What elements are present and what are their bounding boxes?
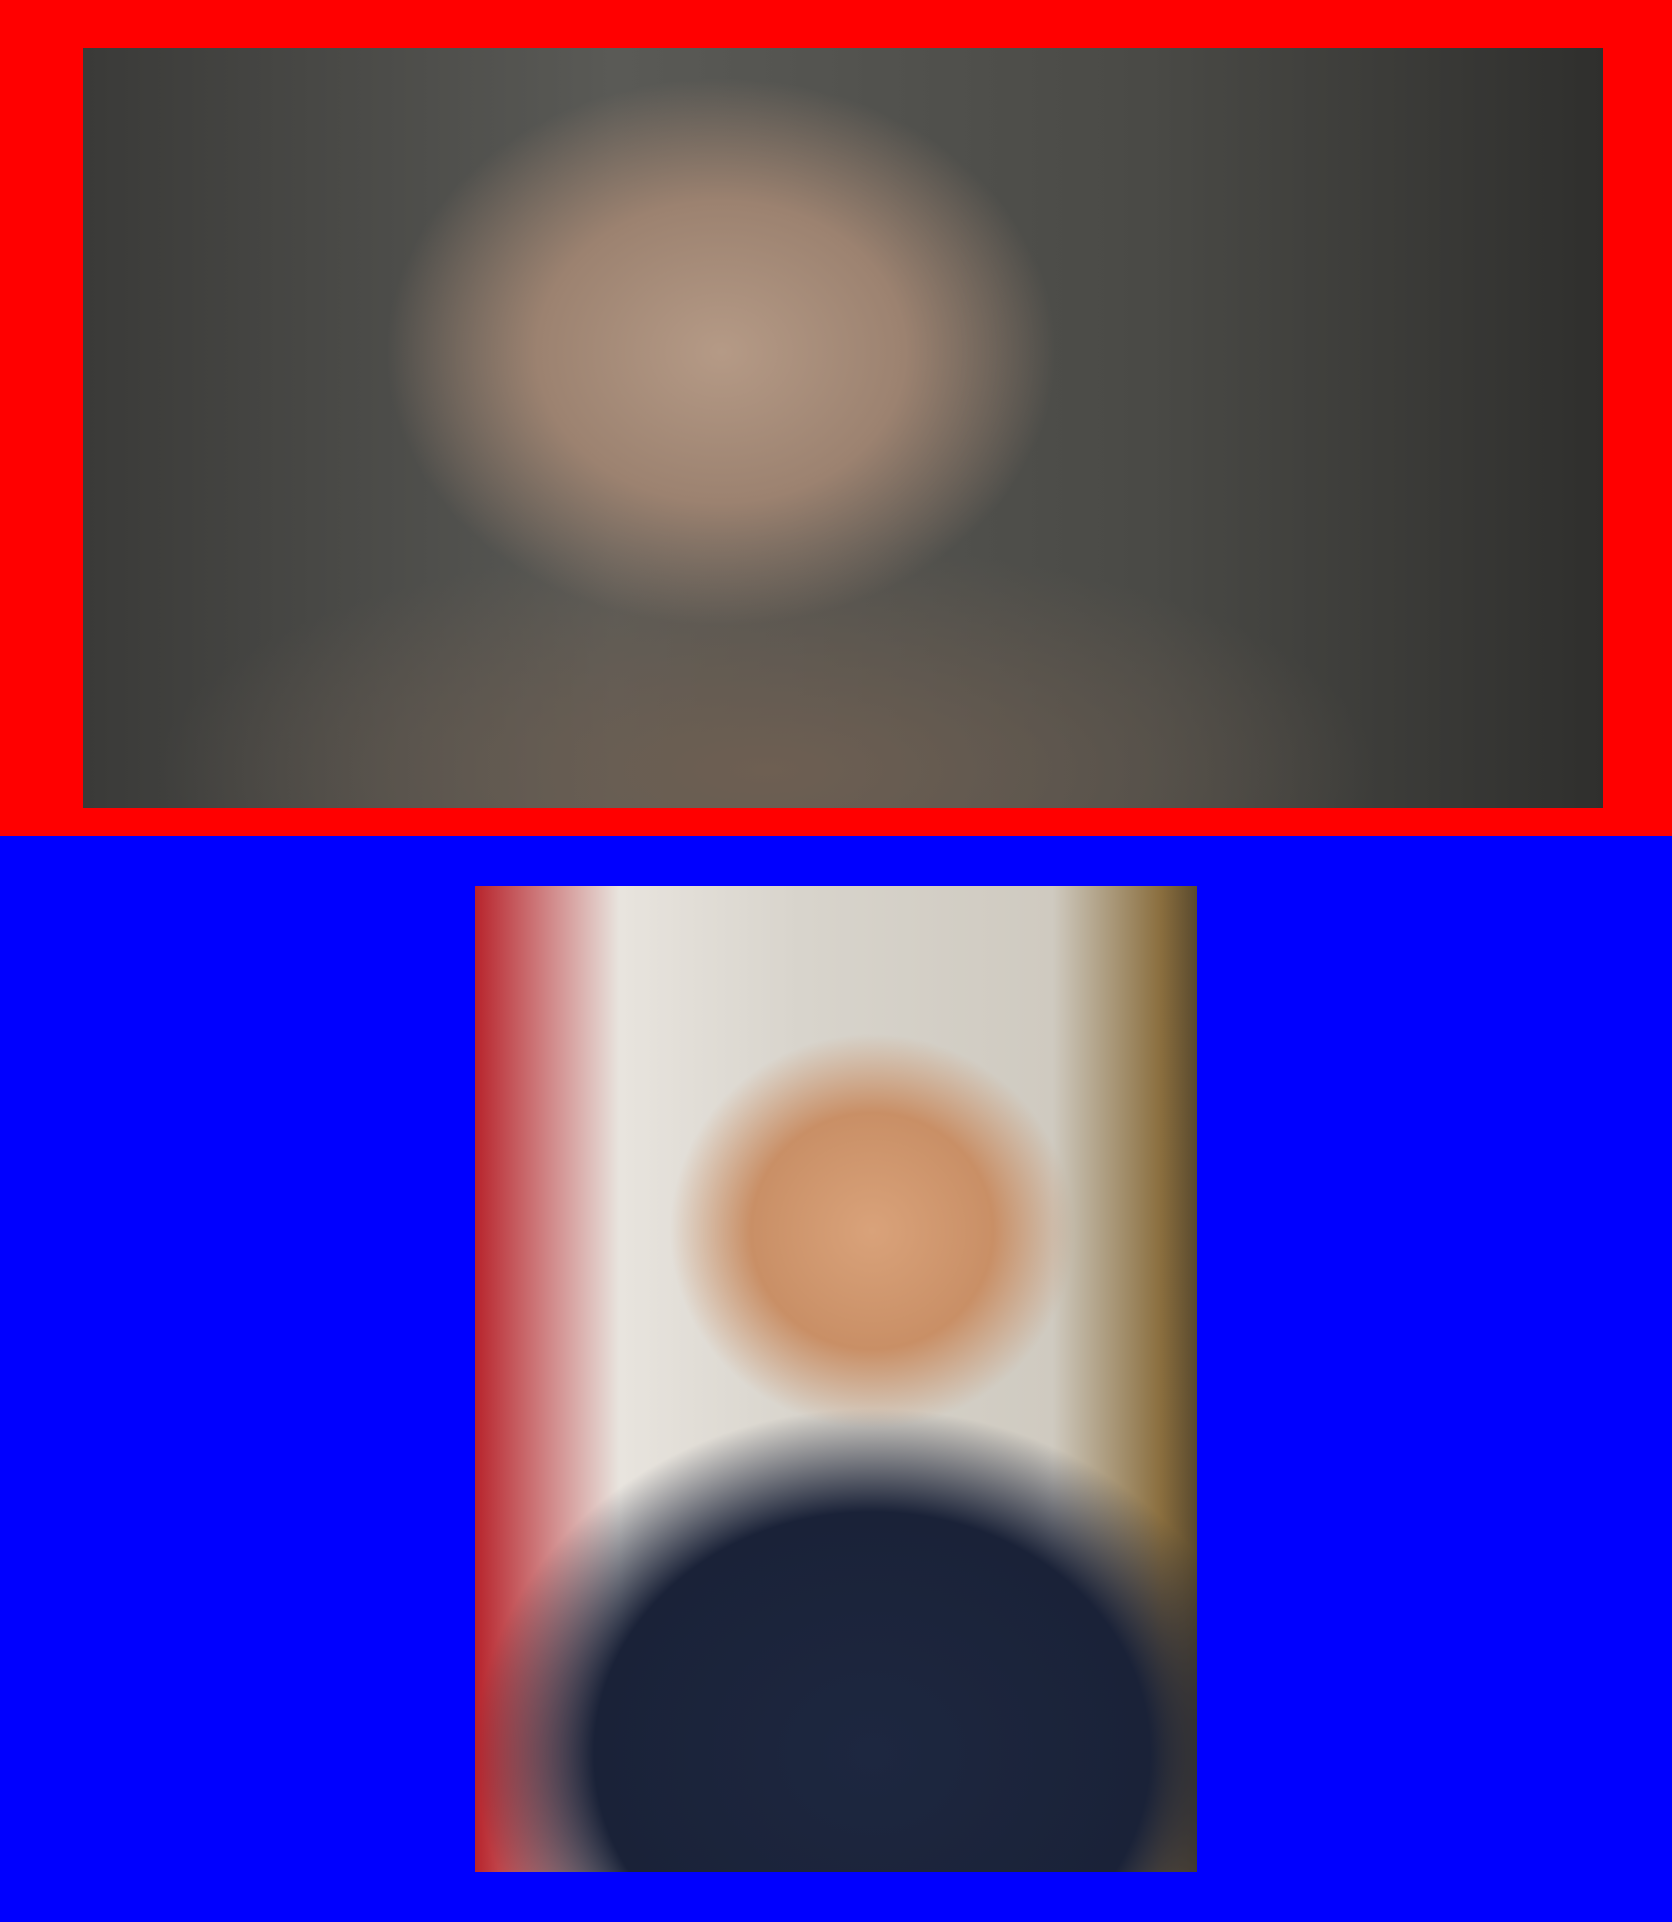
bottom-photo: [475, 886, 1197, 1872]
top-photo: [83, 48, 1603, 808]
canvas: [0, 0, 1672, 1922]
red-frame-panel: [0, 0, 1672, 836]
